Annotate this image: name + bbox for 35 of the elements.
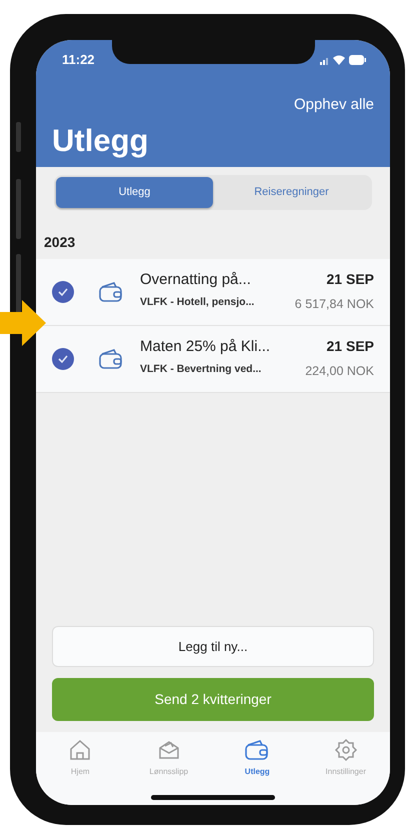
status-icons (320, 54, 366, 66)
send-button[interactable]: Send 2 kvitteringer (52, 678, 374, 721)
wallet-icon (244, 738, 270, 762)
deselect-all-link[interactable]: Opphev alle (294, 94, 374, 116)
section-year: 2023 (44, 234, 76, 250)
checkbox[interactable] (52, 280, 74, 302)
expense-row[interactable]: Overnatting på... 21 SEP VLFK - Hotell, pensjo... 6 517,84 NOK (36, 258, 390, 326)
home-icon (68, 738, 92, 762)
wallet-icon (98, 280, 124, 304)
checkbox[interactable] (52, 348, 74, 370)
tab-bar-item[interactable]: Utlegg (213, 738, 302, 805)
expense-category: VLFK - Hotell, pensjo... (140, 295, 254, 310)
status-time: 11:22 (62, 51, 95, 69)
tab-label: Utlegg (244, 766, 270, 778)
tab-bar-item[interactable]: Hjem (36, 738, 124, 805)
expense-amount: 224,00 NOK (305, 363, 374, 380)
expense-title: Maten 25% på Kli... (140, 336, 270, 357)
expense-title: Overnatting på... (140, 270, 251, 290)
expense-date: 21 SEP (326, 336, 374, 356)
arrow-icon (0, 300, 46, 346)
tab-bar-item[interactable]: Innstillinger (302, 738, 390, 805)
tab-label: Innstillinger (326, 766, 366, 778)
expense-category: VLFK - Bevertning ved... (140, 362, 262, 378)
expense-amount: 6 517,84 NOK (294, 296, 374, 314)
add-new-button[interactable]: Legg til ny... (52, 626, 374, 667)
segment-tab[interactable]: Reiseregninger (213, 177, 370, 208)
tab-label: Hjem (70, 766, 90, 778)
page-title: Utlegg (52, 123, 148, 158)
segment-tab[interactable]: Utlegg (56, 177, 213, 208)
wallet-icon (98, 346, 124, 370)
tab-label: Lønnsslipp (149, 766, 188, 778)
settings-icon (334, 738, 358, 762)
expense-date: 21 SEP (326, 270, 374, 289)
tab-bar-item[interactable]: Lønnsslipp (124, 738, 213, 805)
expense-row[interactable]: Maten 25% på Kli... 21 SEP VLFK - Bevertning ved... 224,00 NOK (36, 326, 390, 392)
